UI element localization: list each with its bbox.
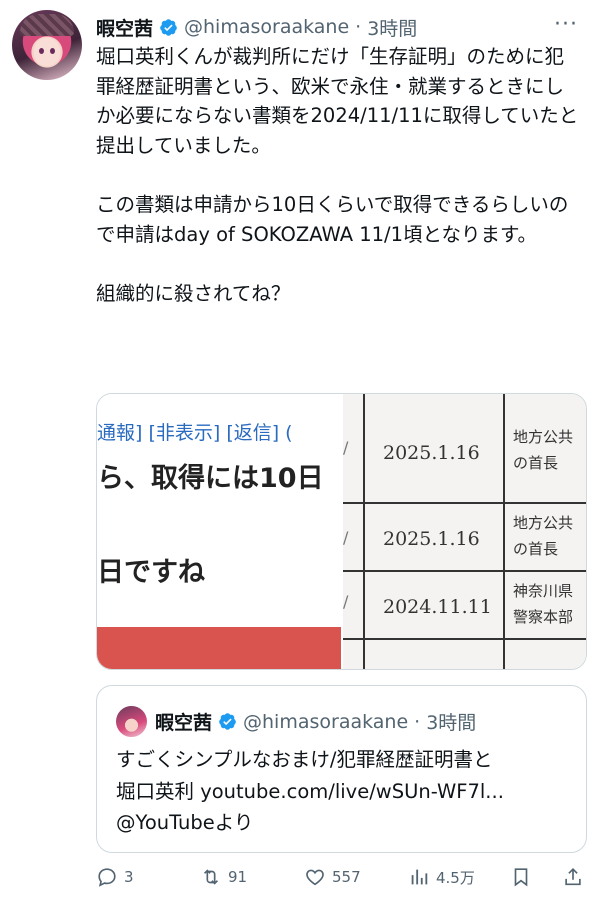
- quoted-header-separator: ·: [414, 710, 421, 733]
- like-button[interactable]: 557: [304, 866, 361, 888]
- avatar-eye-right: [50, 48, 55, 54]
- media-left-headline: ら、取得には10日: [97, 463, 324, 494]
- quoted-timestamp: 3時間: [426, 712, 477, 734]
- quoted-line: @YouTubeより: [116, 811, 254, 834]
- views-button[interactable]: 4.5万: [408, 866, 475, 888]
- share-icon: [565, 868, 581, 886]
- verified-badge-icon: [160, 18, 177, 36]
- repost-button[interactable]: 91: [200, 866, 247, 888]
- doc-date: 2025.1.16: [383, 528, 480, 550]
- media-image-left[interactable]: 通報] [非表示] [返信] ( ら、取得には10日 日ですね: [97, 394, 341, 669]
- heart-icon: [306, 869, 324, 886]
- media-left-sub: 日ですね: [97, 557, 205, 588]
- reply-icon: [98, 868, 116, 887]
- author-handle[interactable]: @himasoraakane: [184, 16, 349, 38]
- media-image-right[interactable]: / 2025.1.16 地方公共 の首長 / 2025.1.16 地方公共 の首長 …: [343, 394, 586, 669]
- media-left-red-bar: [97, 627, 341, 669]
- quoted-line: すごくシンプルなおまけ/犯罪経歴証明書と: [116, 748, 493, 771]
- tweet-text: 堀口英利くんが裁判所にだけ「生存証明」のために犯罪経歴証明書という、欧米で永住・…: [96, 42, 580, 308]
- author-name[interactable]: 暇空茜: [96, 14, 153, 41]
- doc-date: 2025.1.16: [383, 442, 480, 464]
- repost-count: 91: [228, 868, 248, 886]
- media-left-links: 通報] [非表示] [返信] (: [97, 422, 293, 444]
- bookmark-icon: [514, 868, 528, 887]
- bookmark-button[interactable]: [510, 866, 532, 888]
- avatar-hat: [20, 14, 74, 36]
- tweet-paragraph: 堀口英利くんが裁判所にだけ「生存証明」のために犯罪経歴証明書という、欧米で永住・…: [96, 45, 579, 157]
- doc-row: / 2024.11.11 神奈川県 警察本部: [343, 572, 586, 640]
- avatar-eye-left: [39, 48, 44, 54]
- quoted-tweet-header: 暇空茜 @himasoraakane · 3時間: [155, 708, 476, 735]
- author-avatar[interactable]: [12, 10, 82, 80]
- quoted-author-avatar: [116, 706, 147, 737]
- bar-chart-icon: [411, 869, 428, 885]
- quoted-line: 堀口英利 youtube.com/live/wSUn-WF7l...: [116, 779, 504, 803]
- tweet-header: 暇空茜 @himasoraakane · 3時間: [96, 14, 417, 40]
- quoted-tweet-text: すごくシンプルなおまけ/犯罪経歴証明書と 堀口英利 youtube.com/li…: [116, 744, 576, 839]
- verified-badge-icon: [219, 713, 236, 730]
- reply-button[interactable]: 3: [96, 866, 134, 888]
- like-count: 557: [332, 868, 361, 886]
- doc-org: 神奈川県 警察本部: [513, 582, 574, 626]
- doc-org: 地方公共 の首長: [513, 428, 574, 472]
- quoted-tweet[interactable]: 暇空茜 @himasoraakane · 3時間 すごくシンプルなおまけ/犯罪経…: [96, 685, 587, 853]
- doc-row: / 2025.1.16 地方公共 の首長: [343, 394, 586, 504]
- repost-icon: [203, 869, 219, 885]
- tweet-paragraph: 組織的に殺されてね？: [96, 281, 291, 305]
- more-options-icon[interactable]: ···: [554, 12, 578, 37]
- doc-date: 2024.11.11: [383, 596, 492, 618]
- reply-count: 3: [124, 868, 134, 886]
- tweet-paragraph: この書類は申請から10日くらいで取得できるらしいので申請はday of SOKO…: [96, 192, 569, 246]
- header-separator: ·: [355, 16, 362, 38]
- view-count: 4.5万: [436, 868, 475, 887]
- quoted-author-handle: @himasoraakane: [243, 710, 409, 733]
- doc-row: / 2025.1.16 地方公共 の首長: [343, 504, 586, 572]
- tweet-media[interactable]: 通報] [非表示] [返信] ( ら、取得には10日 日ですね / 2025.1…: [96, 393, 587, 670]
- doc-org: 地方公共 の首長: [513, 514, 574, 558]
- share-button[interactable]: [562, 866, 584, 888]
- avatar-face: [34, 38, 60, 66]
- quoted-author-name: 暇空茜: [155, 712, 213, 734]
- tweet-timestamp[interactable]: 3時間: [367, 14, 417, 41]
- tweet-action-bar: 3 91 557 4.5万: [96, 866, 586, 896]
